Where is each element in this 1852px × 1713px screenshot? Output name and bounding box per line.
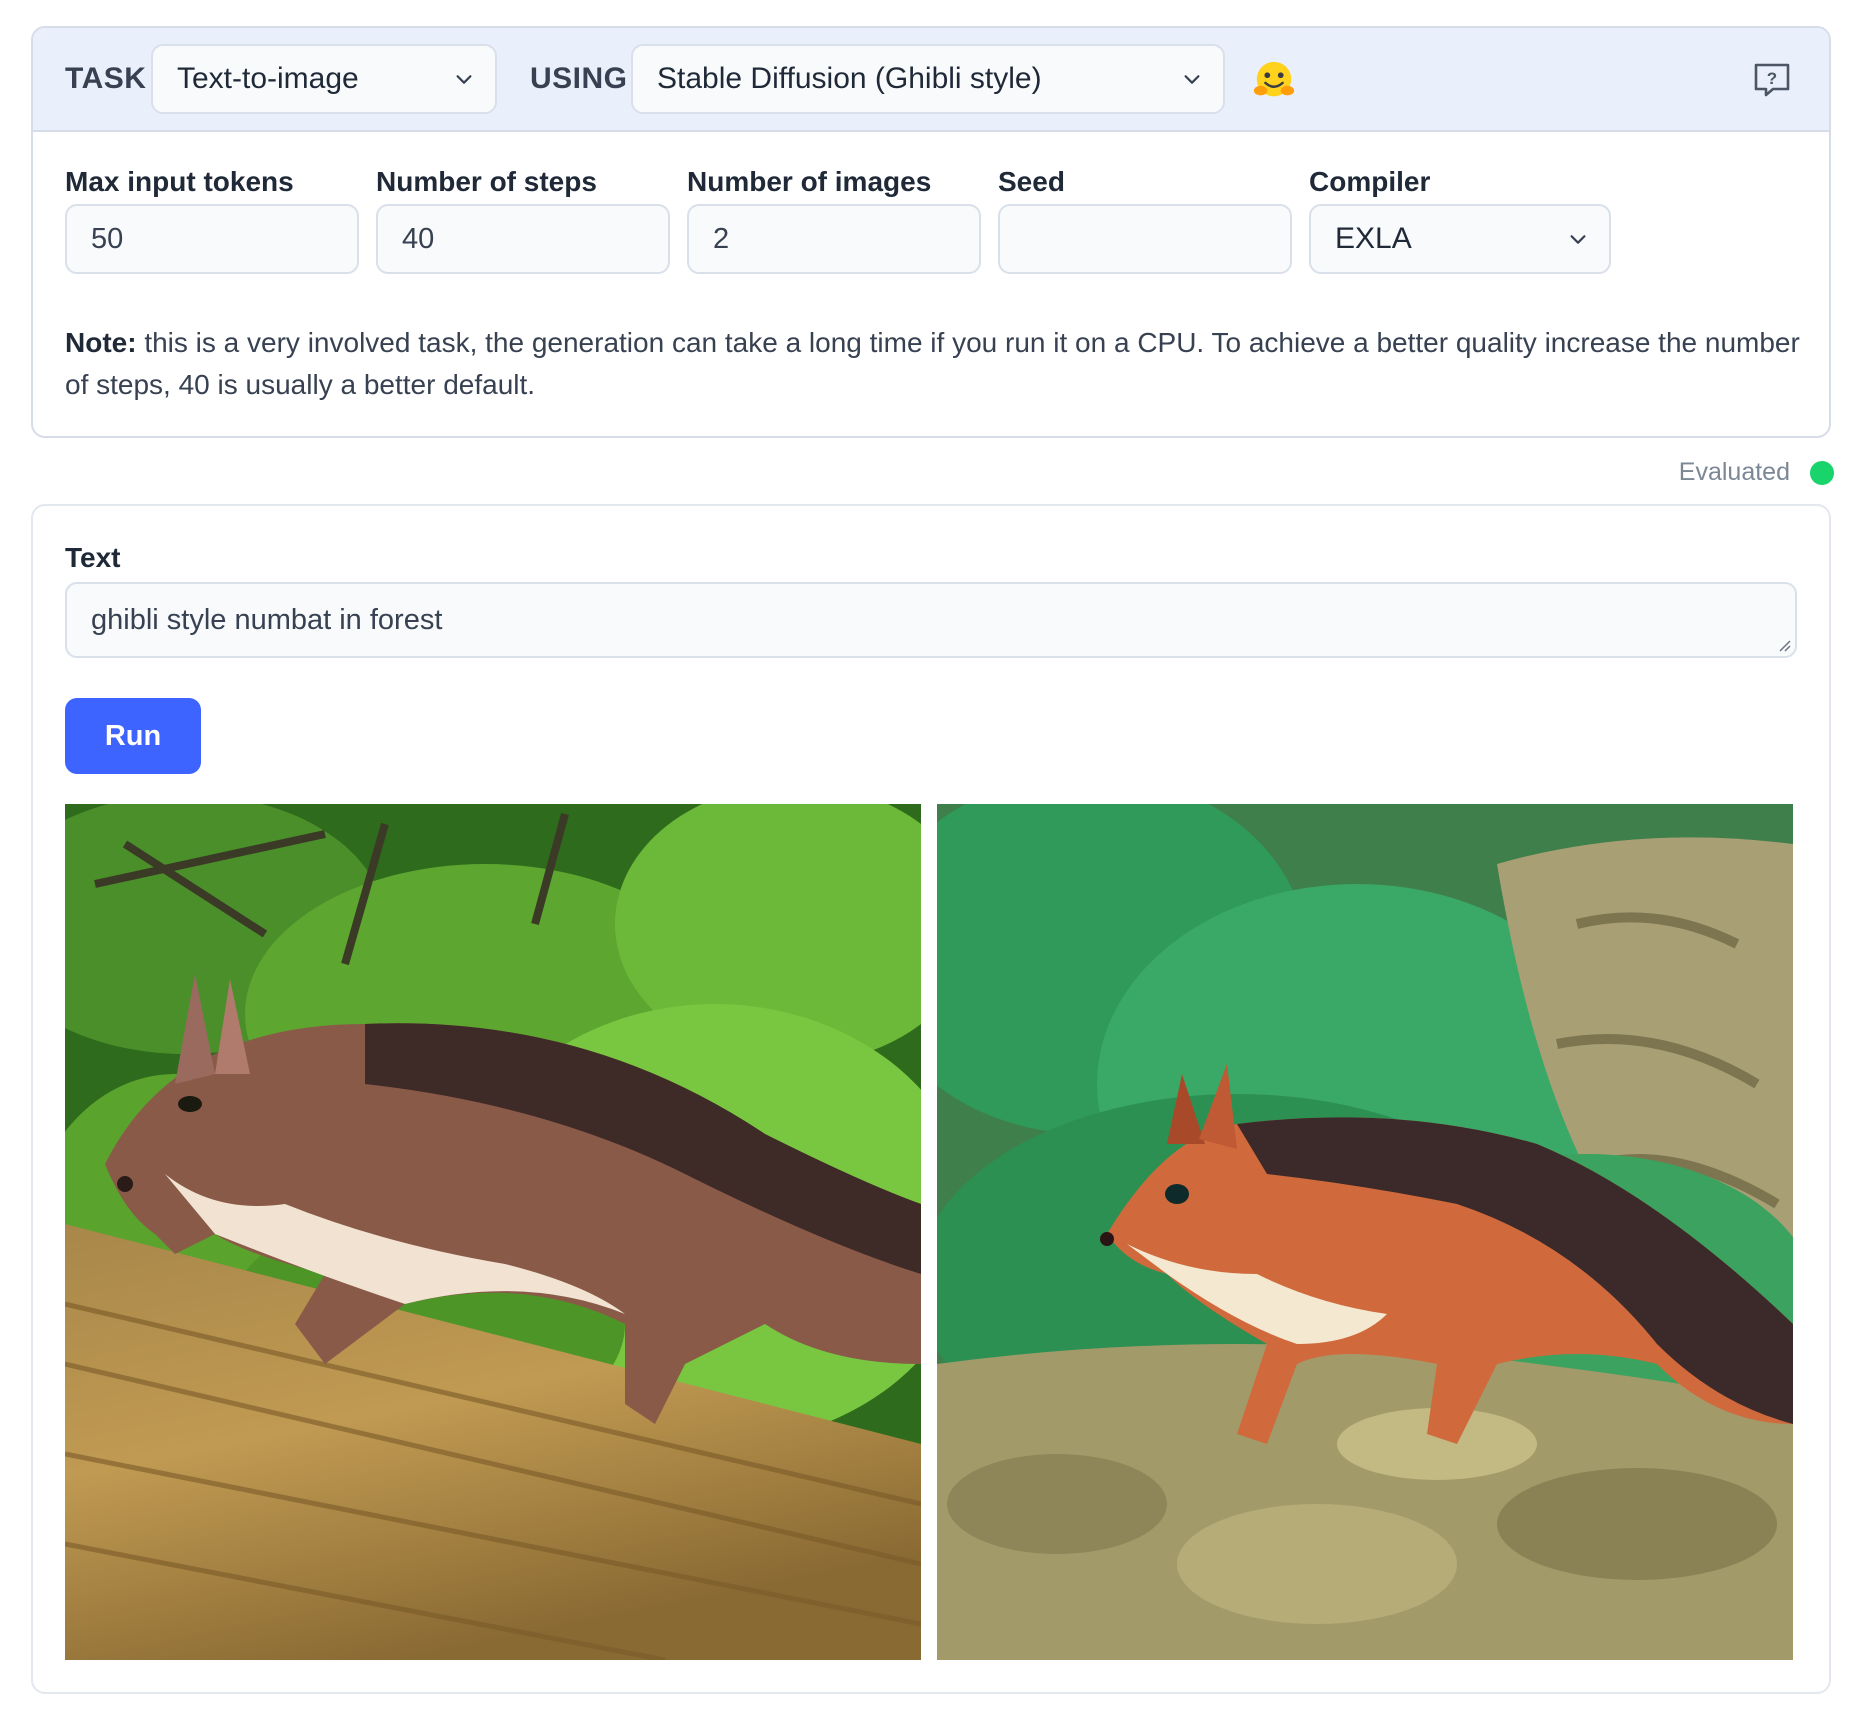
images-input[interactable]: 2 bbox=[687, 204, 981, 274]
evaluation-status: Evaluated bbox=[1679, 458, 1834, 487]
prompt-text: ghibli style numbat in forest bbox=[91, 603, 443, 636]
hugging-face-icon[interactable] bbox=[1251, 58, 1297, 104]
note-bold: Note: bbox=[65, 327, 137, 358]
chevron-down-icon bbox=[456, 75, 472, 84]
numbat-on-rocks-image bbox=[937, 804, 1793, 1660]
seed-label: Seed bbox=[998, 166, 1065, 197]
model-select[interactable]: Stable Diffusion (Ghibli style) bbox=[631, 44, 1225, 114]
using-label: USING bbox=[530, 62, 628, 95]
model-select-value: Stable Diffusion (Ghibli style) bbox=[657, 62, 1042, 95]
task-select-value: Text-to-image bbox=[177, 62, 359, 95]
svg-text:?: ? bbox=[1767, 69, 1777, 88]
task-label: TASK bbox=[65, 62, 147, 95]
output-card: Text ghibli style numbat in forest Run bbox=[31, 504, 1831, 1694]
steps-input[interactable]: 40 bbox=[376, 204, 670, 274]
task-header: TASK Text-to-image USING Stable Diffusio… bbox=[33, 28, 1829, 132]
compiler-select[interactable]: EXLA bbox=[1309, 204, 1611, 274]
chevron-down-icon bbox=[1184, 75, 1200, 84]
status-text: Evaluated bbox=[1678, 458, 1790, 486]
prompt-textarea[interactable]: ghibli style numbat in forest bbox=[65, 582, 1797, 658]
max-tokens-input[interactable]: 50 bbox=[65, 204, 359, 274]
task-select[interactable]: Text-to-image bbox=[151, 44, 497, 114]
run-button[interactable]: Run bbox=[65, 698, 201, 774]
compiler-select-value: EXLA bbox=[1335, 222, 1412, 255]
images-label: Number of images bbox=[687, 166, 932, 197]
resize-handle-icon[interactable] bbox=[1775, 636, 1791, 652]
text-label: Text bbox=[65, 542, 121, 573]
task-config-card: TASK Text-to-image USING Stable Diffusio… bbox=[31, 26, 1831, 438]
note-text: this is a very involved task, the genera… bbox=[65, 327, 1800, 400]
seed-input[interactable] bbox=[998, 204, 1292, 274]
generated-image-2 bbox=[937, 804, 1793, 1660]
max-tokens-label: Max input tokens bbox=[65, 166, 294, 197]
compiler-label: Compiler bbox=[1309, 166, 1431, 197]
generated-image-1 bbox=[65, 804, 921, 1660]
performance-note: Note: this is a very involved task, the … bbox=[65, 322, 1805, 406]
help-icon[interactable]: ? bbox=[1753, 62, 1791, 98]
status-dot-icon bbox=[1810, 460, 1834, 485]
chevron-down-icon bbox=[1570, 235, 1586, 244]
steps-label: Number of steps bbox=[376, 166, 597, 197]
numbat-on-log-image bbox=[65, 804, 921, 1660]
